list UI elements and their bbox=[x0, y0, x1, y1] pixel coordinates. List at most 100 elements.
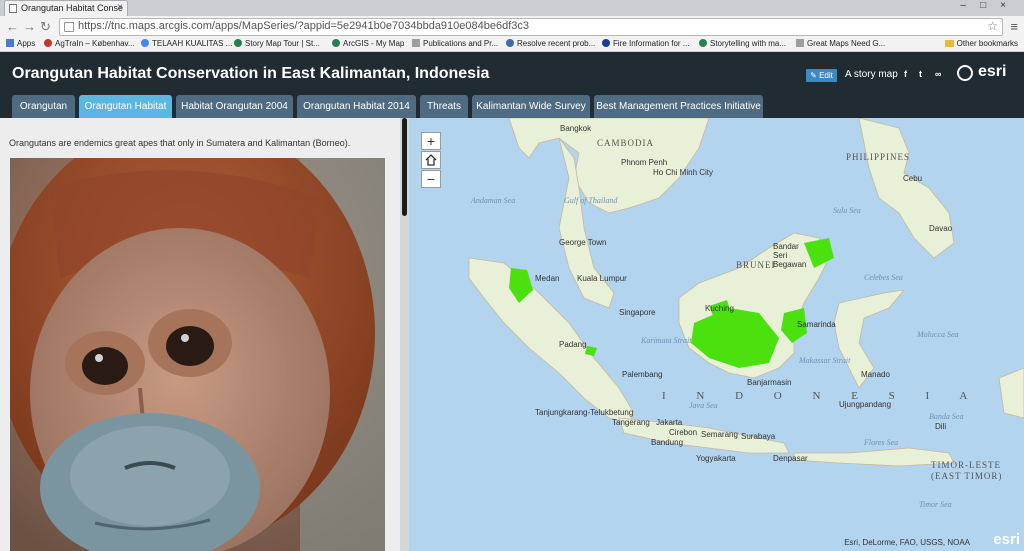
bookmark-item[interactable]: Resolve recent prob... bbox=[506, 39, 595, 48]
city-label: Dili bbox=[935, 422, 947, 431]
close-icon[interactable]: × bbox=[117, 2, 123, 13]
window-controls[interactable]: –□× bbox=[961, 0, 1020, 11]
side-panel: Orangutans are endemics great apes that … bbox=[0, 118, 409, 551]
city-label: George Town bbox=[559, 238, 607, 247]
series-tab-bar: Orangutan Orangutan Habitat Habitat Oran… bbox=[0, 95, 1024, 118]
sea-label: Andaman Sea bbox=[471, 196, 516, 205]
map-view[interactable]: + − CAMBODIA PHILIPPINES BRUNEI I N D O … bbox=[409, 118, 1024, 551]
sea-label: Banda Sea bbox=[929, 412, 964, 421]
tab-orangutan-habitat[interactable]: Orangutan Habitat bbox=[79, 95, 172, 118]
sea-label: Celebes Sea bbox=[864, 273, 903, 282]
city-label: Palembang bbox=[622, 370, 663, 379]
country-label: PHILIPPINES bbox=[846, 152, 911, 162]
bookmark-item[interactable]: Publications and Pr... bbox=[412, 39, 498, 48]
app-header: Orangutan Habitat Conservation in East K… bbox=[0, 52, 1024, 95]
bookmark-apps[interactable]: Apps bbox=[6, 39, 35, 48]
edit-button[interactable]: ✎ Edit bbox=[806, 69, 837, 82]
close-window-icon[interactable]: × bbox=[1000, 0, 1020, 11]
esri-globe-icon bbox=[957, 65, 973, 81]
story-map-label: A story map bbox=[845, 69, 898, 80]
twitter-icon[interactable]: t bbox=[919, 69, 922, 79]
city-label: Jakarta bbox=[656, 418, 683, 427]
sea-label: Makassar Strait bbox=[799, 356, 851, 365]
tab-kalimantan-wide-survey[interactable]: Kalimantan Wide Survey bbox=[472, 95, 590, 118]
tab-orangutan-habitat-2014[interactable]: Orangutan Habitat 2014 bbox=[297, 95, 416, 118]
country-label: TIMOR-LESTE bbox=[931, 460, 1001, 470]
bookmark-item[interactable]: Story Map Tour | St... bbox=[234, 39, 320, 48]
bookmark-item[interactable]: AgTraIn – Københav... bbox=[44, 39, 135, 48]
bookmark-favicon bbox=[412, 39, 420, 47]
city-label: Surabaya bbox=[741, 432, 776, 441]
bookmark-favicon bbox=[506, 39, 514, 47]
country-label: CAMBODIA bbox=[597, 138, 655, 148]
home-icon bbox=[425, 154, 437, 166]
bookmarks-bar: Apps AgTraIn – Københav... TELAAH KUALIT… bbox=[0, 38, 1024, 52]
bookmark-favicon bbox=[796, 39, 804, 47]
browser-tab-title: Orangutan Habitat Conse bbox=[21, 3, 124, 13]
sea-label: Karimata Strait bbox=[641, 336, 692, 345]
page-info-icon[interactable] bbox=[64, 22, 74, 32]
zoom-out-button[interactable]: − bbox=[421, 170, 441, 188]
menu-icon[interactable]: ≡ bbox=[1010, 19, 1018, 34]
city-label: Tangerang bbox=[612, 418, 650, 427]
bookmark-star-icon[interactable]: ☆ bbox=[987, 19, 998, 33]
city-label: Cirebon bbox=[669, 428, 698, 437]
facebook-icon[interactable]: f bbox=[904, 69, 907, 79]
country-label: (EAST TIMOR) bbox=[931, 471, 1003, 481]
city-label: Singapore bbox=[619, 308, 656, 317]
bookmark-favicon bbox=[602, 39, 610, 47]
bookmark-item[interactable]: TELAAH KUALITAS ... bbox=[141, 39, 232, 48]
browser-toolbar: ← → ↻ https://tnc.maps.arcgis.com/apps/M… bbox=[0, 16, 1024, 38]
sea-label: Timor Sea bbox=[919, 500, 952, 509]
zoom-in-button[interactable]: + bbox=[421, 132, 441, 150]
tab-habitat-orangutan-2004[interactable]: Habitat Orangutan 2004 bbox=[176, 95, 293, 118]
browser-tab[interactable]: Orangutan Habitat Conse × bbox=[4, 0, 128, 16]
intro-text: Orangutans are endemics great apes that … bbox=[9, 138, 351, 148]
orangutan-photo bbox=[10, 158, 385, 551]
sea-label: Gulf of Thailand bbox=[564, 196, 618, 205]
bookmark-favicon bbox=[44, 39, 52, 47]
address-bar[interactable]: https://tnc.maps.arcgis.com/apps/MapSeri… bbox=[59, 18, 1003, 36]
country-label: BRUNEI bbox=[736, 260, 776, 270]
scrollbar-thumb[interactable] bbox=[402, 118, 407, 216]
tab-best-management-practices[interactable]: Best Management Practices Initiative bbox=[594, 95, 763, 118]
bookmark-item[interactable]: Storytelling with ma... bbox=[699, 39, 786, 48]
bookmark-item[interactable]: Fire Information for ... bbox=[602, 39, 689, 48]
sea-label: Flores Sea bbox=[864, 438, 899, 447]
esri-map-logo: esri bbox=[993, 531, 1020, 548]
forward-arrow-icon[interactable]: → bbox=[23, 19, 36, 34]
city-label: Ho Chi Minh City bbox=[653, 168, 714, 177]
city-label: Ujungpandang bbox=[839, 400, 892, 409]
panel-scrollbar[interactable] bbox=[400, 118, 409, 551]
link-icon[interactable]: ∞ bbox=[935, 69, 941, 79]
sea-label: Java Sea bbox=[689, 401, 718, 410]
browser-tab-strip: Orangutan Habitat Conse × –□× bbox=[0, 0, 1024, 16]
maximize-icon[interactable]: □ bbox=[980, 0, 1000, 11]
bookmark-item[interactable]: Great Maps Need G... bbox=[796, 39, 885, 48]
city-label: Padang bbox=[559, 340, 587, 349]
sea-label: Molucca Sea bbox=[917, 330, 959, 339]
city-label: Denpasar bbox=[773, 454, 808, 463]
page-title: Orangutan Habitat Conservation in East K… bbox=[12, 65, 490, 82]
city-label: Samarinda bbox=[797, 320, 836, 329]
city-label: Tanjungkarang-Telukbetung bbox=[535, 408, 634, 417]
city-label: Banjarmasin bbox=[747, 378, 792, 387]
bookmark-favicon bbox=[699, 39, 707, 47]
minimize-icon[interactable]: – bbox=[961, 0, 981, 11]
back-arrow-icon[interactable]: ← bbox=[6, 19, 19, 34]
bookmark-favicon bbox=[234, 39, 242, 47]
tab-orangutan[interactable]: Orangutan bbox=[12, 95, 75, 118]
city-label: Manado bbox=[861, 370, 890, 379]
page-icon bbox=[9, 4, 17, 13]
city-label: Cebu bbox=[903, 174, 923, 183]
home-button[interactable] bbox=[421, 151, 441, 169]
tab-threats[interactable]: Threats bbox=[420, 95, 468, 118]
bookmark-item[interactable]: ArcGIS - My Map bbox=[332, 39, 404, 48]
city-label: Semarang bbox=[701, 430, 738, 439]
url-text: https://tnc.maps.arcgis.com/apps/MapSeri… bbox=[78, 20, 530, 32]
city-label: Davao bbox=[929, 224, 953, 233]
other-bookmarks[interactable]: Other bookmarks bbox=[944, 39, 1018, 48]
reload-icon[interactable]: ↻ bbox=[40, 19, 51, 35]
city-label: Kuala Lumpur bbox=[577, 274, 627, 283]
sea-label: Sulu Sea bbox=[833, 206, 861, 215]
